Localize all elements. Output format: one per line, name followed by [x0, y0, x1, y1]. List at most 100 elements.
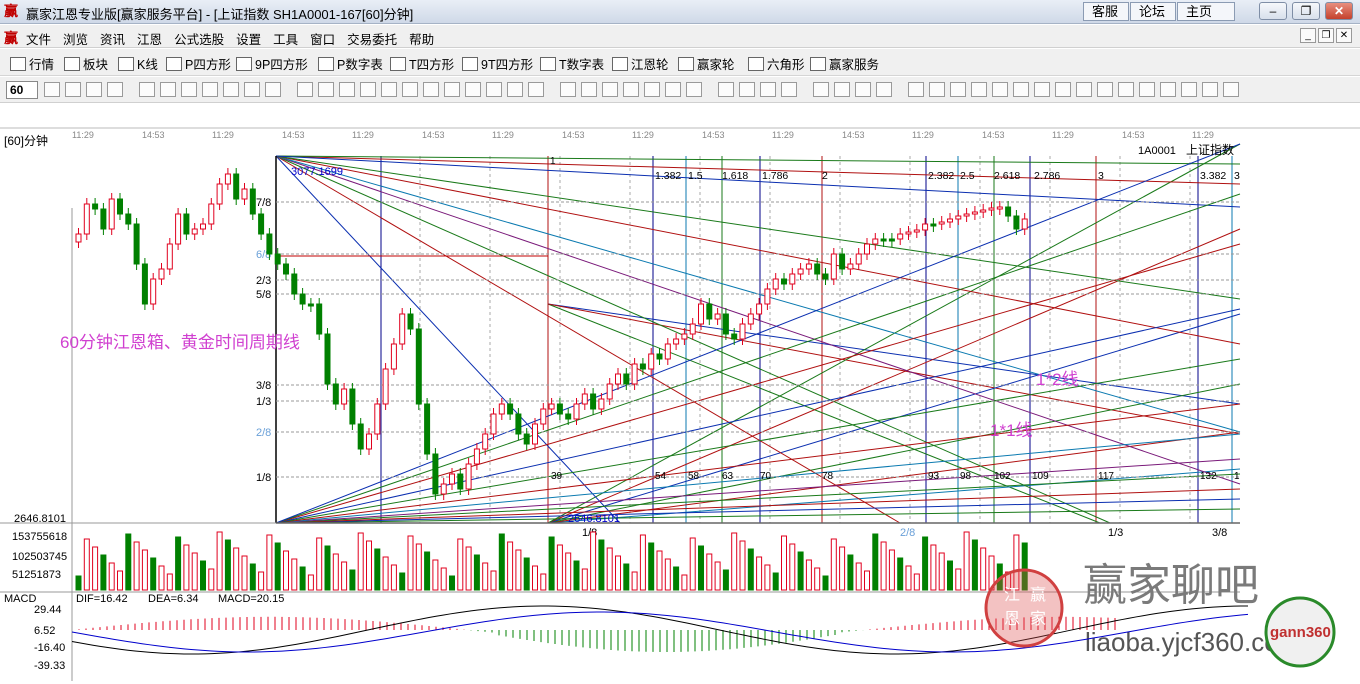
- toolbar-button[interactable]: 行情: [10, 54, 54, 73]
- mdi-restore-button[interactable]: ❐: [1318, 28, 1334, 43]
- tool-icon[interactable]: [1202, 82, 1218, 97]
- tool-icon[interactable]: [1223, 82, 1239, 97]
- tool-icon[interactable]: [623, 82, 639, 97]
- tool-icon[interactable]: [360, 82, 376, 97]
- menu-item[interactable]: 浏览: [63, 29, 88, 48]
- candle-body: [341, 388, 348, 405]
- volume-bar: [490, 570, 497, 591]
- tool-icon[interactable]: [223, 82, 239, 97]
- tool-icon[interactable]: [107, 82, 123, 97]
- tool-icon[interactable]: [950, 82, 966, 97]
- tool-icon[interactable]: [1118, 82, 1134, 97]
- candle-body: [922, 223, 929, 231]
- tool-icon[interactable]: [876, 82, 892, 97]
- service-link[interactable]: 客服: [1083, 2, 1129, 21]
- period-select[interactable]: 60: [6, 81, 38, 99]
- tool-icon[interactable]: [265, 82, 281, 97]
- tool-icon[interactable]: [297, 82, 313, 97]
- menu-item[interactable]: 窗口: [310, 29, 335, 48]
- tool-icon[interactable]: [507, 82, 523, 97]
- mdi-close-button[interactable]: ✕: [1336, 28, 1352, 43]
- menu-item[interactable]: 江恩: [137, 29, 162, 48]
- tool-icon[interactable]: [665, 82, 681, 97]
- tool-icon[interactable]: [739, 82, 755, 97]
- tool-icon[interactable]: [760, 82, 776, 97]
- mdi-minimize-button[interactable]: _: [1300, 28, 1316, 43]
- tool-icon[interactable]: [139, 82, 155, 97]
- toolbar-button[interactable]: P四方形: [166, 54, 231, 73]
- toolbar-button[interactable]: 赢家轮: [678, 54, 735, 73]
- menu-item[interactable]: 交易委托: [347, 29, 397, 48]
- volume-bar: [648, 542, 655, 591]
- toolbar-button[interactable]: T四方形: [390, 54, 454, 73]
- toolbar-button[interactable]: 9P四方形: [236, 54, 308, 73]
- candle-body: [731, 333, 738, 340]
- tool-icon[interactable]: [65, 82, 81, 97]
- tool-icon[interactable]: [1097, 82, 1113, 97]
- volume-bar: [598, 539, 605, 591]
- volume-bar: [664, 558, 671, 591]
- minimize-button[interactable]: –: [1259, 2, 1287, 20]
- tool-icon[interactable]: [834, 82, 850, 97]
- candle-body: [864, 243, 870, 255]
- maximize-button[interactable]: ❐: [1292, 2, 1320, 20]
- tool-icon[interactable]: [560, 82, 576, 97]
- close-button[interactable]: ✕: [1325, 2, 1353, 20]
- toolbar-button[interactable]: 赢家服务: [810, 54, 879, 73]
- toolbar-button[interactable]: 江恩轮: [612, 54, 669, 73]
- tool-icon[interactable]: [644, 82, 660, 97]
- tool-icon[interactable]: [992, 82, 1008, 97]
- tool-icon[interactable]: [1034, 82, 1050, 97]
- toolbar-button[interactable]: T数字表: [540, 54, 604, 73]
- tool-icon[interactable]: [181, 82, 197, 97]
- tool-icon[interactable]: [929, 82, 945, 97]
- tool-icon[interactable]: [160, 82, 176, 97]
- tool-icon[interactable]: [1139, 82, 1155, 97]
- tool-icon[interactable]: [1160, 82, 1176, 97]
- tool-icon[interactable]: [602, 82, 618, 97]
- tool-icon[interactable]: [318, 82, 334, 97]
- tool-icon[interactable]: [581, 82, 597, 97]
- tool-icon[interactable]: [813, 82, 829, 97]
- toolbar-button[interactable]: 六角形: [748, 54, 805, 73]
- tool-icon[interactable]: [1076, 82, 1092, 97]
- tool-icon[interactable]: [486, 82, 502, 97]
- time-tick: 11:29: [912, 130, 934, 140]
- menu-item[interactable]: 文件: [26, 29, 51, 48]
- tool-icon[interactable]: [1181, 82, 1197, 97]
- tool-icon[interactable]: [423, 82, 439, 97]
- menu-item[interactable]: 设置: [236, 29, 261, 48]
- menu-item[interactable]: 公式选股: [174, 29, 224, 48]
- tool-icon[interactable]: [465, 82, 481, 97]
- tool-icon[interactable]: [44, 82, 60, 97]
- tool-icon[interactable]: [381, 82, 397, 97]
- candle-body: [100, 208, 107, 230]
- toolbar-button[interactable]: 板块: [64, 54, 108, 73]
- menu-item[interactable]: 资讯: [100, 29, 125, 48]
- toolbar-button[interactable]: K线: [118, 54, 158, 73]
- tool-icon[interactable]: [244, 82, 260, 97]
- tool-icon[interactable]: [402, 82, 418, 97]
- tool-icon[interactable]: [86, 82, 102, 97]
- tool-icon[interactable]: [971, 82, 987, 97]
- tool-icon[interactable]: [718, 82, 734, 97]
- tool-icon[interactable]: [855, 82, 871, 97]
- gann-chart[interactable]: [60]分钟 1A0001 上证指数 60分钟江恩箱、黄金时间周期线 1*2线 …: [0, 104, 1360, 681]
- menu-item[interactable]: 工具: [273, 29, 298, 48]
- menu-item[interactable]: 帮助: [409, 29, 434, 48]
- toolbar-button[interactable]: 9T四方形: [462, 54, 533, 73]
- forum-link[interactable]: 论坛: [1130, 2, 1176, 21]
- tool-icon[interactable]: [908, 82, 924, 97]
- tool-icon[interactable]: [1013, 82, 1029, 97]
- tool-icon[interactable]: [1055, 82, 1071, 97]
- home-link[interactable]: 主页: [1177, 2, 1235, 21]
- tool-icon[interactable]: [528, 82, 544, 97]
- tool-icon[interactable]: [202, 82, 218, 97]
- tool-icon[interactable]: [686, 82, 702, 97]
- toolbar-button[interactable]: P数字表: [318, 54, 383, 73]
- candle-body: [756, 303, 763, 315]
- tool-icon[interactable]: [444, 82, 460, 97]
- tool-icon[interactable]: [781, 82, 797, 97]
- tool-icon[interactable]: [339, 82, 355, 97]
- candle-body: [797, 268, 804, 275]
